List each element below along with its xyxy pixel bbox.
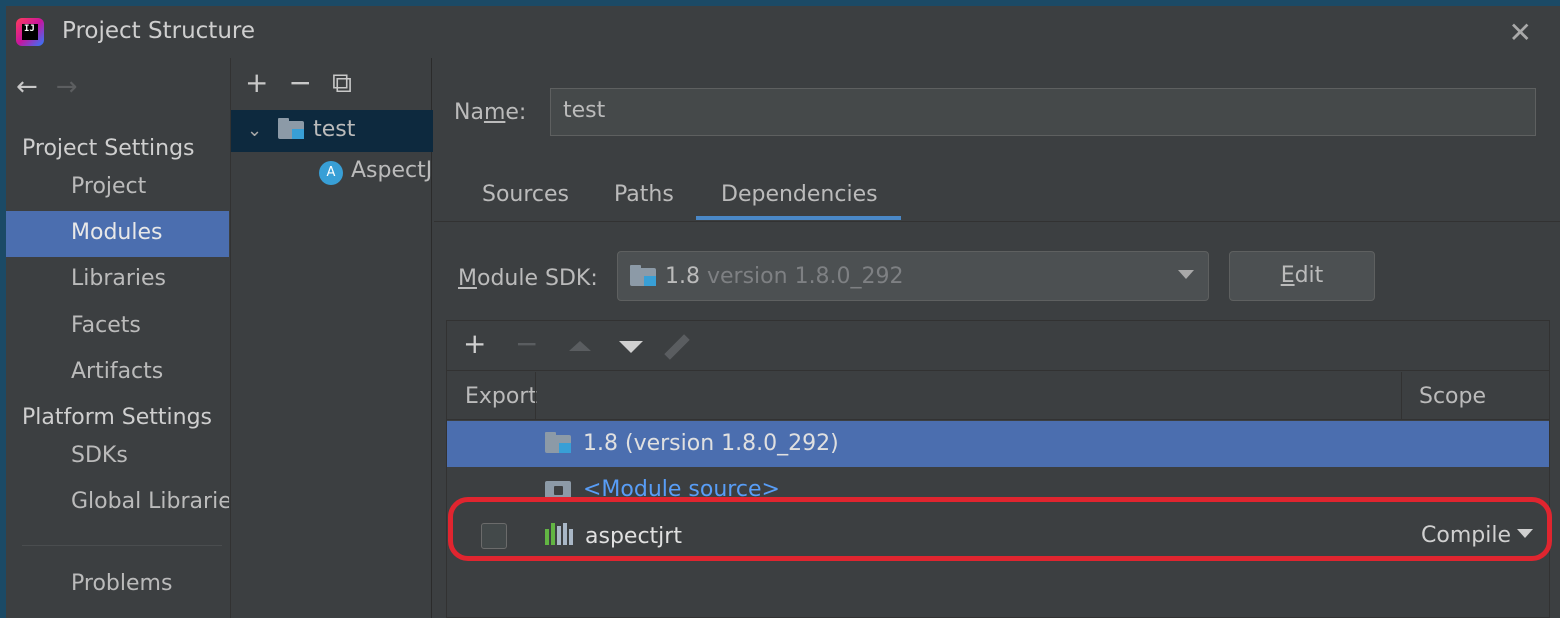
sdk-folder-icon — [630, 264, 658, 286]
scope-dropdown[interactable]: Compile — [1421, 523, 1533, 548]
sidebar-item-problems[interactable]: Problems — [6, 562, 229, 608]
dropdown-arrow-icon — [1178, 270, 1194, 279]
active-tab-indicator — [696, 216, 901, 220]
column-divider — [535, 372, 536, 420]
export-checkbox[interactable] — [481, 523, 507, 549]
back-arrow-icon[interactable]: ← — [16, 72, 38, 102]
sidebar-item-libraries[interactable]: Libraries — [6, 257, 229, 303]
module-editor: Name: test Sources Paths Dependencies Mo… — [434, 58, 1560, 618]
scope-value: Compile — [1421, 523, 1511, 548]
tree-node-label: AspectJ — [351, 158, 433, 183]
tree-toolbar: + − ⧉ — [245, 66, 372, 100]
name-label: Name: — [454, 100, 527, 125]
tab-paths[interactable]: Paths — [614, 178, 674, 211]
library-icon — [545, 523, 575, 545]
edit-pencil-icon[interactable] — [664, 334, 690, 360]
dependency-label: <Module source> — [583, 477, 780, 502]
window-title: Project Structure — [62, 18, 255, 44]
move-up-icon[interactable] — [569, 341, 591, 351]
dropdown-arrow-icon — [1517, 529, 1533, 538]
column-scope[interactable]: Scope — [1419, 384, 1486, 409]
table-row-module-source[interactable]: <Module source> — [447, 467, 1549, 513]
intellij-app-icon: IJ — [16, 18, 44, 46]
sidebar-item-artifacts[interactable]: Artifacts — [6, 350, 229, 396]
module-folder-icon — [278, 117, 306, 139]
project-structure-window: IJ Project Structure ✕ ← → Project Settin… — [6, 6, 1560, 618]
module-tree: + − ⧉ ⌄ test A AspectJ — [230, 58, 433, 618]
sidebar-item-facets[interactable]: Facets — [6, 304, 229, 350]
tab-sources[interactable]: Sources — [482, 178, 569, 211]
remove-icon[interactable]: − — [288, 66, 311, 99]
settings-sidebar: ← → Project Settings Project Modules Libr… — [6, 58, 229, 618]
module-tabs: Sources Paths Dependencies — [434, 174, 1560, 222]
dependencies-table-header: Export Scope — [447, 372, 1549, 420]
tree-node-aspectj[interactable]: A AspectJ — [319, 158, 432, 185]
add-dependency-icon[interactable]: + — [463, 327, 486, 360]
table-row-aspectjrt[interactable]: aspectjrt Compile — [447, 513, 1549, 559]
platform-settings-header: Platform Settings — [22, 405, 213, 430]
tree-node-test[interactable]: ⌄ test — [247, 117, 355, 142]
row-content: 1.8 (version 1.8.0_292) — [545, 431, 839, 456]
title-bar: IJ Project Structure ✕ — [6, 6, 1560, 58]
sidebar-item-sdks[interactable]: SDKs — [6, 434, 229, 480]
module-sdk-dropdown[interactable]: 1.8 version 1.8.0_292 — [617, 251, 1209, 301]
remove-dependency-icon[interactable]: − — [515, 327, 538, 360]
tab-dependencies[interactable]: Dependencies — [721, 178, 878, 211]
add-icon[interactable]: + — [245, 66, 268, 99]
move-down-icon[interactable] — [619, 341, 643, 353]
dependency-label: 1.8 (version 1.8.0_292) — [583, 431, 839, 456]
chevron-down-icon[interactable]: ⌄ — [247, 120, 262, 141]
tree-node-label: test — [313, 117, 356, 142]
nav-arrows: ← → — [16, 72, 96, 102]
sidebar-item-global-libraries[interactable]: Global Librarie — [6, 480, 229, 526]
sidebar-divider — [22, 545, 222, 546]
row-content: <Module source> — [545, 477, 780, 502]
dependencies-toolbar: + − — [447, 321, 1549, 371]
row-content: aspectjrt — [545, 523, 682, 549]
sdk-name: 1.8 — [665, 264, 700, 289]
edit-sdk-button[interactable]: Edit — [1229, 251, 1375, 301]
sidebar-item-modules[interactable]: Modules — [6, 211, 229, 257]
project-settings-header: Project Settings — [22, 136, 195, 161]
source-folder-icon — [545, 477, 573, 499]
sidebar-item-project[interactable]: Project — [6, 165, 229, 211]
sdk-version: version 1.8.0_292 — [707, 264, 904, 289]
dependencies-panel: + − Export Scope 1.8 (version 1.8.0_292) — [446, 320, 1550, 618]
module-name-input[interactable]: test — [550, 88, 1536, 136]
sdk-folder-icon — [545, 431, 573, 453]
copy-icon[interactable]: ⧉ — [332, 66, 352, 99]
aspectj-facet-icon: A — [319, 161, 343, 185]
module-sdk-label: Module SDK: — [458, 266, 598, 291]
column-export[interactable]: Export — [465, 384, 537, 409]
close-icon[interactable]: ✕ — [1509, 16, 1532, 49]
forward-arrow-icon[interactable]: → — [56, 72, 78, 102]
dependency-label: aspectjrt — [585, 524, 682, 549]
column-divider — [1401, 372, 1402, 420]
table-row-jdk[interactable]: 1.8 (version 1.8.0_292) — [447, 421, 1549, 467]
